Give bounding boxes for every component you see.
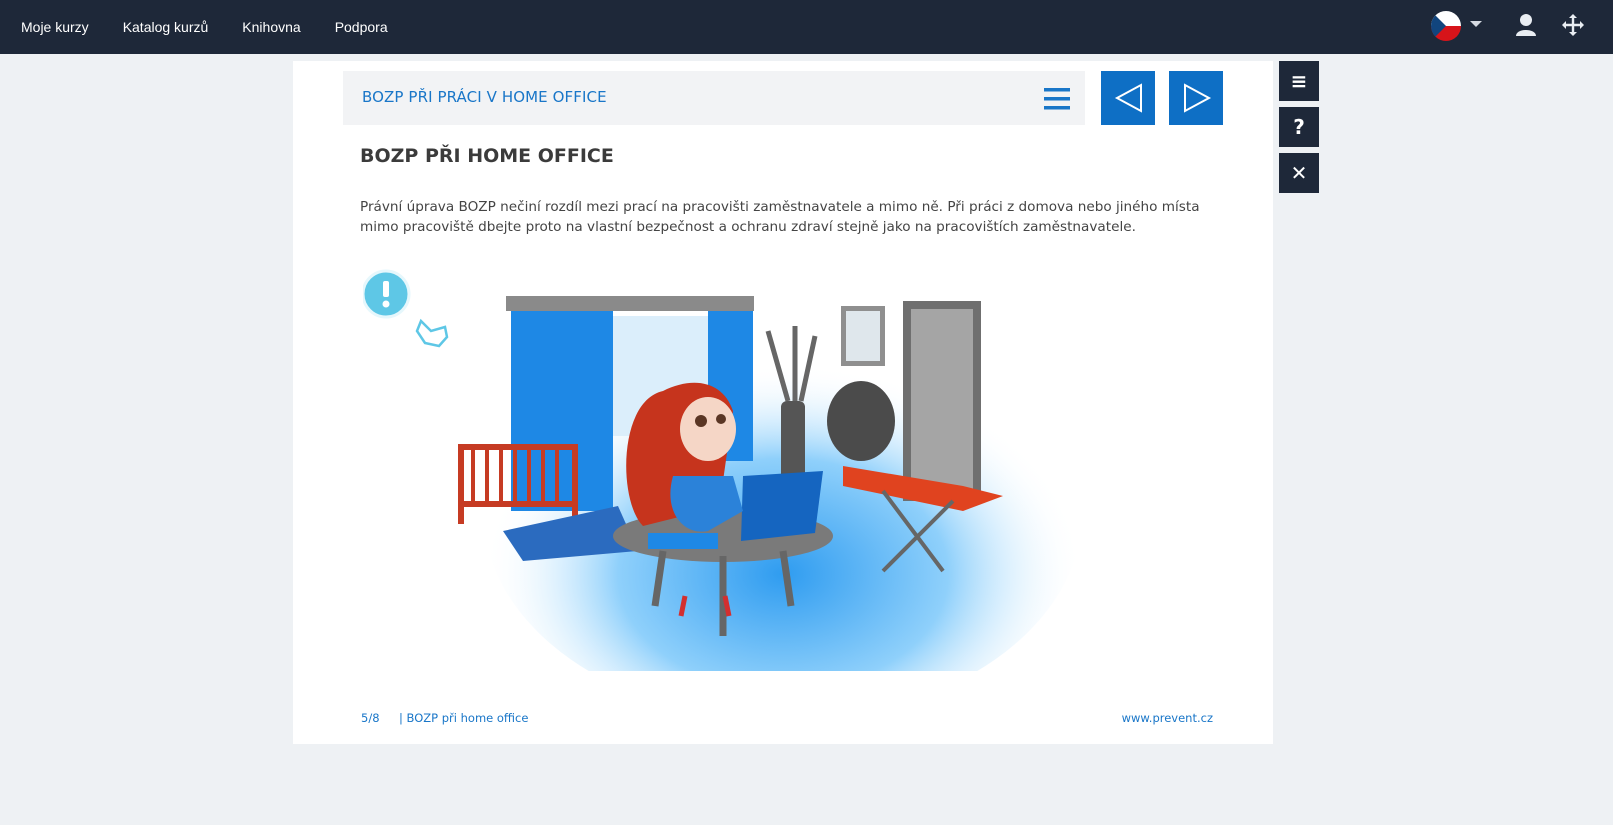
triangle-left-icon: [1114, 83, 1142, 113]
chevron-down-icon[interactable]: [1470, 21, 1482, 27]
lesson-title-bar: BOZP PŘI PRÁCI V HOME OFFICE: [343, 71, 1085, 125]
nav-link-moje-kurzy[interactable]: Moje kurzy: [21, 19, 89, 35]
help-toolbar-button[interactable]: ?: [1279, 107, 1319, 147]
nav-link-katalog-kurzu[interactable]: Katalog kurzů: [123, 19, 209, 35]
lesson-heading: BOZP PŘI HOME OFFICE: [360, 145, 614, 167]
footer-website-link[interactable]: www.prevent.cz: [1122, 711, 1213, 725]
lesson-card: BOZP PŘI PRÁCI V HOME OFFICE BOZP PŘI HO…: [293, 61, 1273, 744]
exclamation-hotspot-icon: [363, 269, 449, 348]
next-slide-button[interactable]: [1169, 71, 1223, 125]
close-icon: ✕: [1290, 161, 1308, 185]
question-icon: ?: [1293, 115, 1305, 139]
page-indicator: 5/8: [361, 711, 380, 725]
footer-section-title: | BOZP při home office: [399, 711, 529, 725]
home-office-illustration: [363, 269, 1083, 671]
lesson-paragraph: Právní úprava BOZP nečiní rozdíl mezi pr…: [360, 199, 1200, 235]
language-flag-icon[interactable]: [1431, 11, 1461, 41]
close-toolbar-button[interactable]: ✕: [1279, 153, 1319, 193]
triangle-right-icon: [1184, 83, 1212, 113]
nav-link-podpora[interactable]: Podpora: [335, 19, 388, 35]
top-navigation: Moje kurzy Katalog kurzů Knihovna Podpor…: [0, 0, 1613, 54]
menu-toolbar-button[interactable]: ≡: [1279, 61, 1319, 101]
nav-link-knihovna[interactable]: Knihovna: [242, 19, 300, 35]
nav-links: Moje kurzy Katalog kurzů Knihovna Podpor…: [0, 19, 422, 35]
hamburger-icon: ≡: [1290, 69, 1308, 93]
previous-slide-button[interactable]: [1101, 71, 1155, 125]
move-icon[interactable]: [1561, 13, 1585, 42]
menu-icon[interactable]: [1044, 87, 1070, 115]
lesson-title: BOZP PŘI PRÁCI V HOME OFFICE: [362, 88, 607, 106]
user-icon[interactable]: [1515, 13, 1537, 42]
